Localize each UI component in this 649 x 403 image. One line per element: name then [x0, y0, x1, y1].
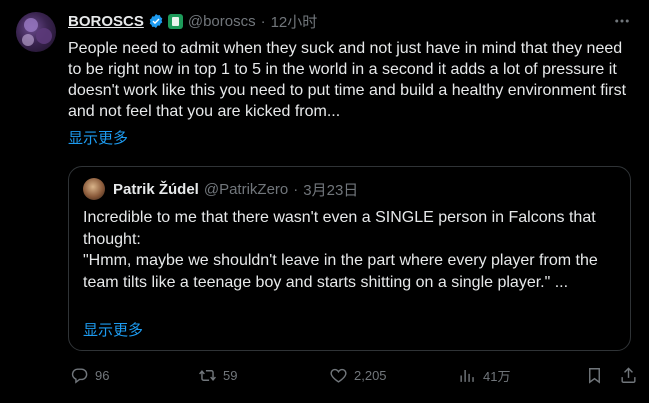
- more-icon[interactable]: [611, 10, 633, 32]
- quoted-author-name: Patrik Žúdel: [113, 180, 199, 198]
- separator-dot: ·: [293, 180, 299, 198]
- tweet-header: BOROSCS @boroscs · 12小时: [68, 10, 317, 32]
- tweet-timestamp[interactable]: 12小时: [271, 11, 318, 32]
- quoted-tweet[interactable]: Patrik Žúdel @PatrikZero · 3月23日 Incredi…: [68, 166, 631, 351]
- views-count: 41万: [483, 369, 511, 384]
- author-avatar[interactable]: [16, 12, 56, 52]
- author-handle[interactable]: @boroscs: [188, 13, 256, 30]
- quoted-tweet-text: Incredible to me that there wasn't even …: [83, 207, 623, 293]
- retweet-count: 59: [223, 368, 238, 383]
- retweet-icon: [199, 370, 216, 381]
- quoted-text-line: Incredible to me that there wasn't even …: [83, 209, 596, 248]
- quoted-text-line: "Hmm, maybe we shouldn't leave in the pa…: [83, 252, 598, 291]
- like-button[interactable]: 2,205: [329, 366, 387, 385]
- author-name[interactable]: BOROSCS: [68, 13, 144, 30]
- action-bar: 96 59 2,205 41万: [68, 366, 640, 388]
- like-count: 2,205: [354, 368, 387, 383]
- quoted-author-avatar: [83, 178, 105, 200]
- affiliate-badge-icon: [167, 13, 183, 29]
- tweet[interactable]: BOROSCS @boroscs · 12小时 People need to a…: [0, 0, 649, 403]
- reply-button[interactable]: 96: [70, 366, 109, 385]
- heart-icon: [330, 368, 347, 383]
- quoted-tweet-header: Patrik Žúdel @PatrikZero · 3月23日: [83, 178, 358, 200]
- quoted-tweet-timestamp: 3月23日: [303, 181, 359, 199]
- show-more-link[interactable]: 显示更多: [68, 127, 128, 148]
- verified-badge-icon: [149, 14, 163, 28]
- share-icon: [621, 367, 636, 383]
- views-icon: [460, 369, 474, 382]
- tweet-text: People need to admit when they suck and …: [68, 40, 627, 120]
- bookmark-button[interactable]: [585, 366, 604, 385]
- quoted-author-handle: @PatrikZero: [203, 180, 289, 198]
- quoted-show-more-link[interactable]: 显示更多: [83, 319, 143, 340]
- bookmark-icon: [589, 368, 600, 384]
- separator-dot: ·: [260, 12, 266, 30]
- reply-icon: [71, 368, 88, 384]
- reply-count: 96: [95, 368, 110, 383]
- views-button[interactable]: 41万: [458, 366, 510, 385]
- share-button[interactable]: [619, 366, 638, 385]
- retweet-button[interactable]: 59: [198, 366, 237, 385]
